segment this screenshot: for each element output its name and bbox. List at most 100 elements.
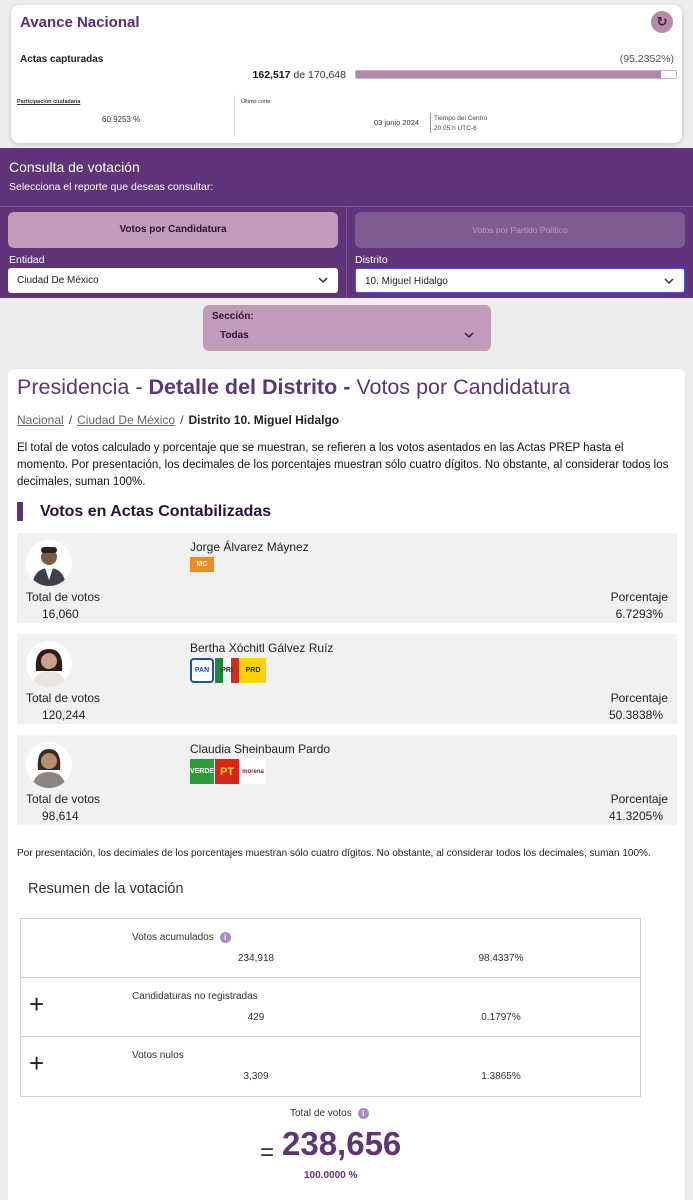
decimals-note: Por presentación, los decimales de los p… <box>17 848 651 859</box>
page-title: Presidencia - Detalle del Distrito - Vot… <box>17 375 570 400</box>
seccion-label: Sección: <box>212 311 254 322</box>
candidate-card: Claudia Sheinbaum Pardo VERDE PT morena … <box>17 735 677 825</box>
tiempo-label: Tiempo del Centro <box>434 115 488 122</box>
party-logo-verde: VERDE <box>190 759 214 784</box>
tiempo-del-centro: Tiempo del Centro 20:05 h UTC-6 <box>434 114 487 134</box>
resumen-value: 429 <box>247 1012 265 1023</box>
entidad-value: Ciudad De México <box>17 275 99 286</box>
ultimo-corte-label: Último corte <box>241 99 271 105</box>
total-votos-value: 238,656 <box>282 1125 402 1162</box>
candidate-photo <box>26 641 72 687</box>
total-votos-label: Total de votos <box>26 590 101 604</box>
equals-icon: = <box>260 1139 275 1166</box>
actas-total: 170,648 <box>308 69 346 81</box>
total-votos-summary-label: Total de votos i <box>290 1108 369 1119</box>
detalle-card: Presidencia - Detalle del Distrito - Vot… <box>8 369 685 1200</box>
consulta-title: Consulta de votación <box>9 159 140 175</box>
party-logos: PAN PRI PRD <box>190 658 266 683</box>
avance-title: Avance Nacional <box>20 14 140 31</box>
breadcrumb-separator: / <box>68 413 73 427</box>
actas-progress-bar <box>355 70 677 79</box>
party-logo-pt: PT <box>215 759 239 784</box>
party-logo-mc: MC <box>190 557 214 572</box>
candidate-percent: 50.3838% <box>608 708 663 722</box>
resumen-value: 234,918 <box>237 953 275 964</box>
total-votos-percent: 100.0000 % <box>304 1170 358 1181</box>
resumen-label-text: Votos acumulados <box>132 932 214 944</box>
info-icon[interactable]: i <box>219 932 231 943</box>
resumen-label: Votos nulos <box>132 1050 184 1061</box>
intro-text: El total de votos calculado y porcentaje… <box>17 442 669 488</box>
breadcrumb: Nacional / Ciudad De México / Distrito 10. M… <box>17 413 339 427</box>
consulta-subtitle: Selecciona el reporte que deseas consult… <box>9 181 214 193</box>
porcentaje-label: Porcentaje <box>610 792 668 806</box>
corte-date: 03 junio 2024 <box>374 118 420 127</box>
breadcrumb-entidad[interactable]: Ciudad De México <box>77 413 175 427</box>
party-logo-morena: morena <box>240 759 266 784</box>
actas-progress-fill <box>356 71 661 78</box>
resumen-title: Resumen de la votación <box>28 881 184 897</box>
resumen-percent: 1.3865% <box>481 1071 521 1082</box>
entidad-select[interactable]: Ciudad De México <box>8 268 338 293</box>
candidate-name: Jorge Álvarez Máynez <box>190 540 309 554</box>
candidate-name: Claudia Sheinbaum Pardo <box>190 742 331 756</box>
resumen-row: + Votos nulos 3,309 1.3865% <box>21 1037 640 1096</box>
candidate-photo <box>26 742 72 788</box>
actas-label: Actas capturadas <box>20 54 104 65</box>
consulta-panel: Consulta de votación Selecciona el repor… <box>0 148 693 298</box>
porcentaje-label: Porcentaje <box>610 691 668 705</box>
candidate-percent: 41.3205% <box>608 809 663 823</box>
candidate-card: Bertha Xóchitl Gálvez Ruíz PAN PRI PRD T… <box>17 634 677 724</box>
party-logo-pan: PAN <box>190 658 214 683</box>
votos-candidatura-button[interactable]: Votos por Candidatura <box>8 212 338 248</box>
breadcrumb-nacional[interactable]: Nacional <box>17 413 64 427</box>
divider <box>234 95 235 137</box>
party-logo-pri: PRI <box>215 658 239 683</box>
resumen-row: + Candidaturas no registradas 429 0.1797… <box>21 978 640 1037</box>
distrito-value: 10. Miguel Hidalgo <box>365 276 448 287</box>
resumen-percent: 98.4337% <box>478 953 524 964</box>
porcentaje-label: Porcentaje <box>610 590 668 604</box>
section-title: Votos en Actas Contabilizadas <box>17 502 271 521</box>
plus-icon: + <box>29 989 45 1019</box>
total-label-text: Total de votos <box>290 1108 352 1120</box>
actas-count: 162,517 de 170,648 <box>241 69 346 81</box>
distrito-select[interactable]: 10. Miguel Hidalgo <box>355 268 685 293</box>
chevron-down-icon <box>464 332 474 339</box>
candidate-votes: 16,060 <box>42 607 79 621</box>
title-post: Votos por Candidatura <box>350 375 571 399</box>
avance-section: Avance Nacional ↻ Actas capturadas (95.2… <box>0 0 693 148</box>
seccion-select[interactable]: Sección: Todas <box>203 305 491 351</box>
party-logos: MC <box>190 557 214 572</box>
total-votos-label: Total de votos <box>26 792 101 806</box>
participacion-label[interactable]: Participación ciudadana <box>17 99 80 105</box>
participacion-value: 60.9253 % <box>102 115 141 124</box>
party-logo-prd: PRD <box>240 658 266 683</box>
votos-partido-button[interactable]: Votos por Partido Político <box>355 212 685 248</box>
total-votos-label: Total de votos <box>26 691 101 705</box>
breadcrumb-current: Distrito 10. Miguel Hidalgo <box>188 413 340 427</box>
avance-card: Avance Nacional ↻ Actas capturadas (95.2… <box>11 5 682 143</box>
resumen-label: Candidaturas no registradas <box>132 991 258 1002</box>
title-bold: Detalle del Distrito - <box>148 375 351 399</box>
candidate-photo <box>26 540 72 586</box>
info-icon[interactable]: i <box>357 1108 369 1119</box>
distrito-label: Distrito <box>355 254 388 266</box>
party-logos: VERDE PT morena <box>190 759 266 784</box>
resumen-row: Votos acumulados i 234,918 98.4337% <box>21 919 640 978</box>
tiempo-value: 20:05 h UTC-6 <box>434 125 477 132</box>
actas-captured: 162,517 <box>252 69 291 81</box>
divider <box>346 207 347 298</box>
resumen-value: 3,309 <box>243 1071 269 1082</box>
plus-icon: + <box>29 1048 45 1078</box>
title-pre: Presidencia - <box>17 375 149 399</box>
actas-de: de <box>293 69 306 81</box>
candidate-card: Jorge Álvarez Máynez MC Total de votos 1… <box>17 533 677 623</box>
refresh-icon[interactable]: ↻ <box>651 11 673 33</box>
breadcrumb-separator: / <box>180 413 184 427</box>
candidate-votes: 120,244 <box>42 708 86 722</box>
resumen-percent: 0.1797% <box>481 1012 521 1023</box>
candidate-name: Bertha Xóchitl Gálvez Ruíz <box>190 641 334 655</box>
chevron-down-icon <box>664 278 674 285</box>
divider <box>430 113 431 133</box>
